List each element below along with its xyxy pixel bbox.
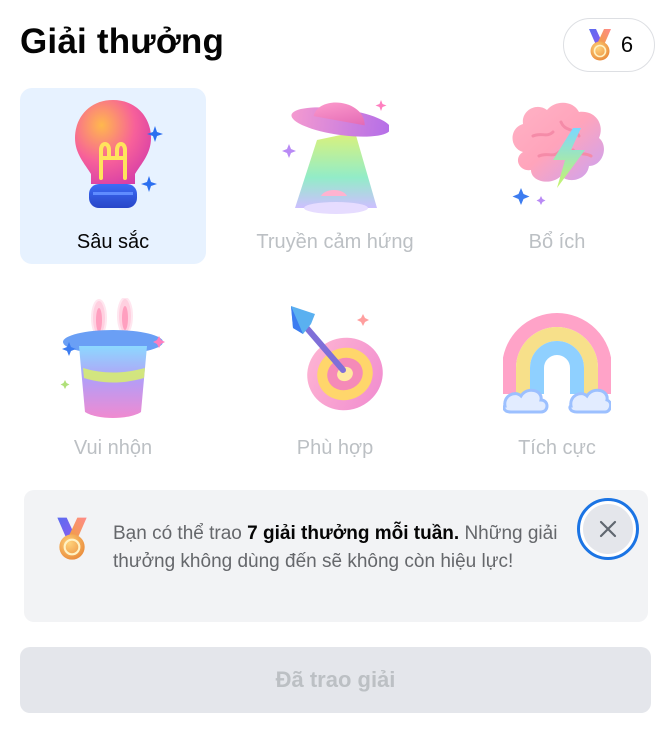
close-icon (599, 520, 617, 538)
award-label: Truyền cảm hứng (256, 231, 414, 253)
award-label: Phù hợp (296, 437, 374, 459)
lightbulb-icon (75, 100, 163, 208)
brain-lightning-icon (512, 102, 604, 205)
award-label: Bổ ích (528, 231, 586, 253)
award-option-funny[interactable]: Vui nhộn (20, 294, 206, 470)
awards-counter: 6 (563, 18, 655, 72)
award-option-helpful[interactable]: Bổ ích (464, 88, 650, 264)
close-button-inner (583, 504, 633, 554)
rainbow-icon (503, 313, 611, 414)
award-label: Tích cực (518, 437, 596, 459)
notice-text-bold: 7 giải thưởng mỗi tuần. (247, 523, 460, 544)
award-option-relevant[interactable]: Phù hợp (242, 294, 428, 470)
notice-text: Bạn có thể trao 7 giải thưởng mỗi tuần. … (113, 520, 583, 576)
award-option-insightful[interactable]: Sâu sắc (20, 88, 206, 264)
award-option-positive[interactable]: Tích cực (464, 294, 650, 470)
ufo-icon (282, 100, 389, 214)
magic-hat-bunny-icon (60, 298, 165, 418)
medal-icon (57, 517, 87, 560)
awards-dialog: Giải thưởng 6 Sâu sắc Truyền cảm hứng Bổ… (0, 0, 670, 740)
weekly-awards-notice: Bạn có thể trao 7 giải thưởng mỗi tuần. … (24, 490, 648, 622)
give-award-button[interactable]: Đã trao giải (20, 647, 651, 713)
awards-grid: Sâu sắc Truyền cảm hứng Bổ ích Vui nhộn … (20, 88, 650, 474)
award-label: Vui nhộn (73, 437, 153, 459)
notice-text-prefix: Bạn có thể trao (113, 523, 248, 544)
dart-target-icon (291, 306, 383, 411)
close-notice-button[interactable] (577, 498, 639, 560)
medal-icon (588, 29, 611, 61)
award-option-inspiring[interactable]: Truyền cảm hứng (242, 88, 428, 264)
page-title: Giải thưởng (20, 22, 225, 61)
award-label: Sâu sắc (76, 231, 150, 253)
awards-count: 6 (620, 32, 634, 57)
